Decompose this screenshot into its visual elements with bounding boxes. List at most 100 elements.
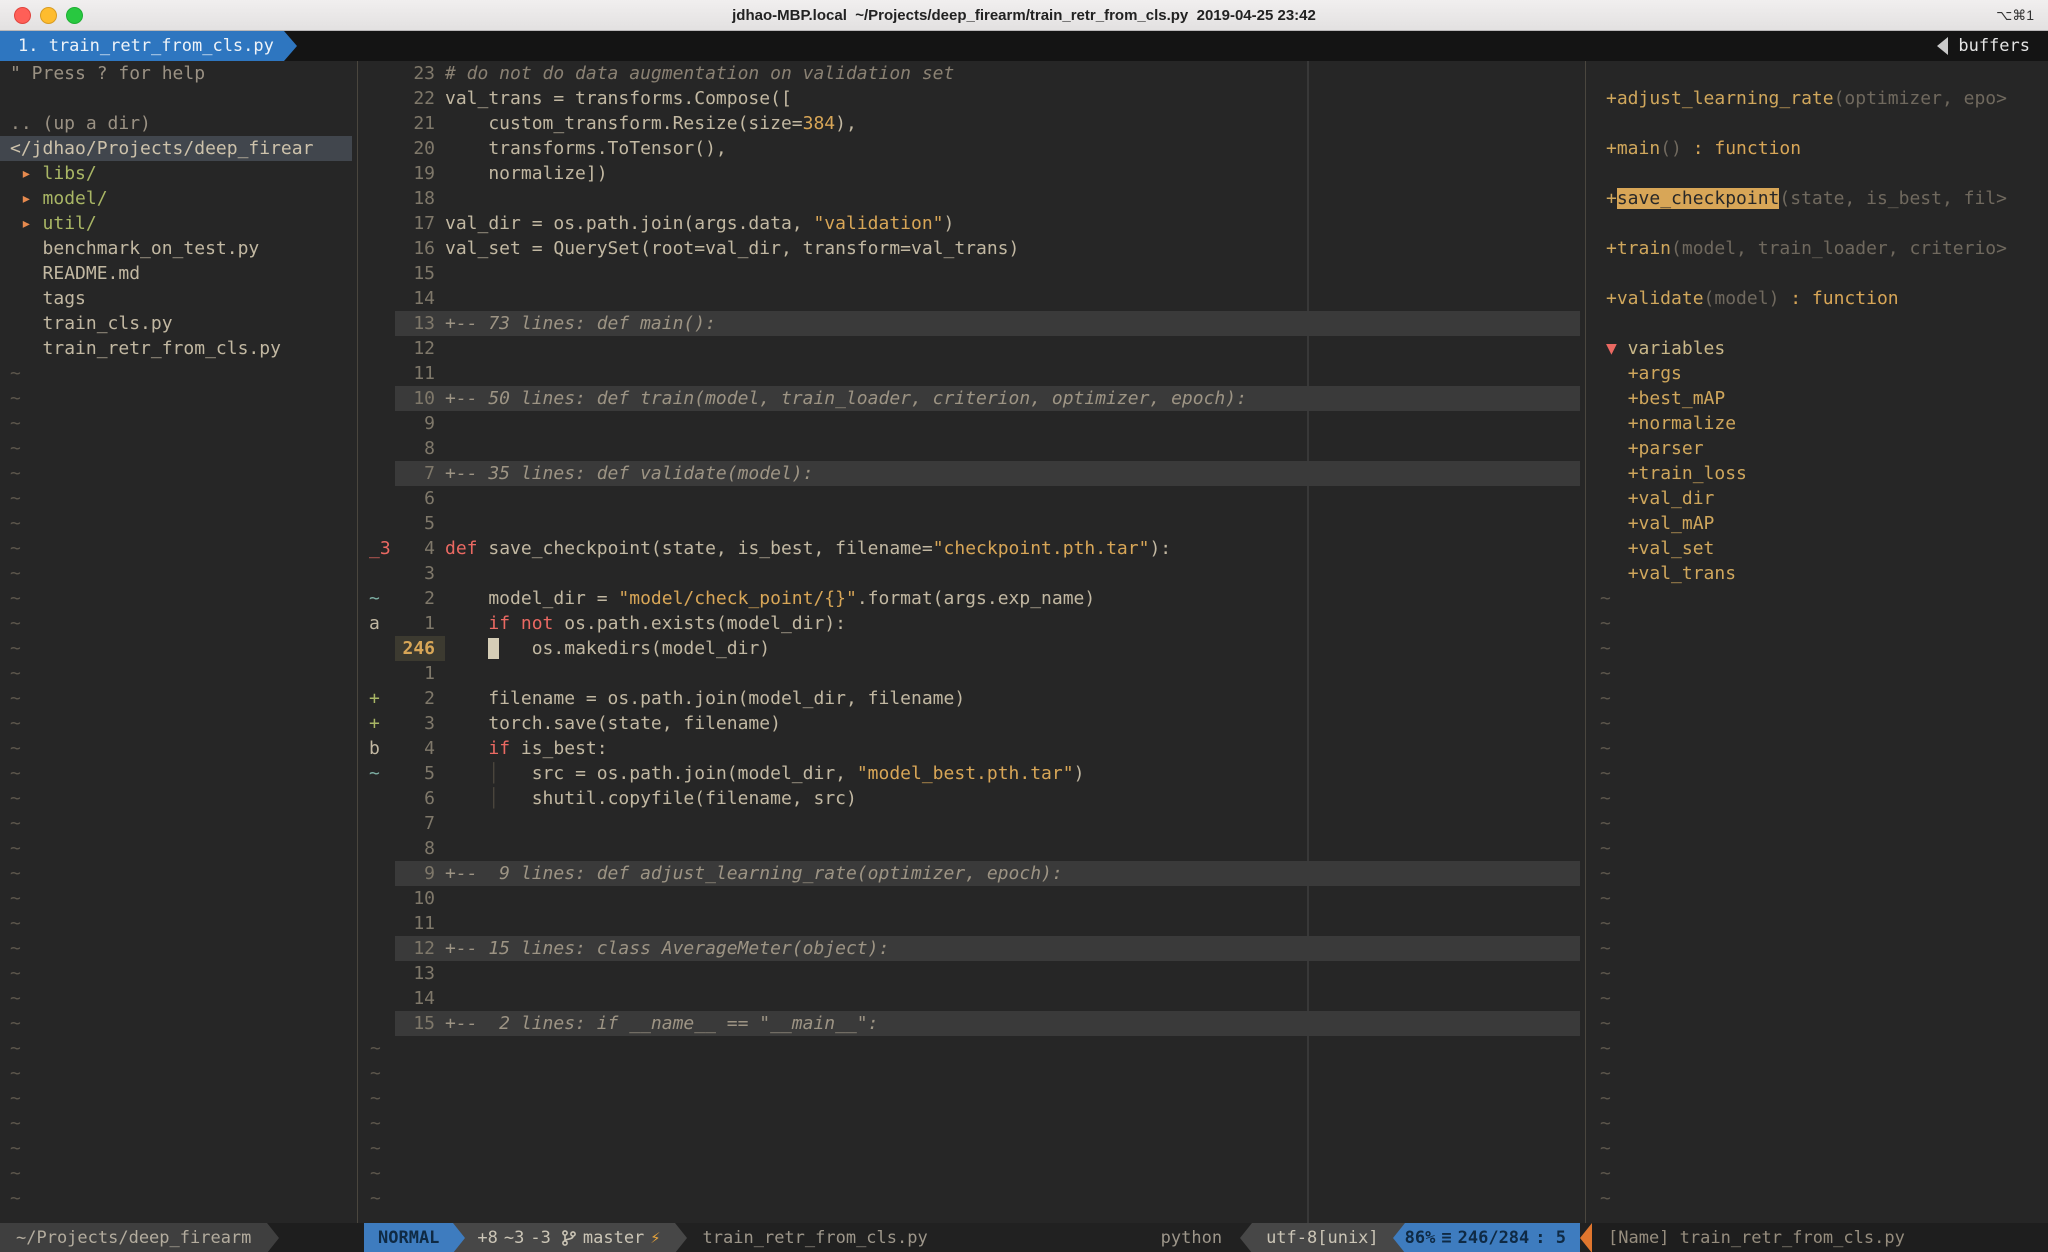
close-button[interactable] <box>14 7 31 24</box>
tree-item[interactable]: " Press ? for help <box>0 61 352 86</box>
tagbar-item[interactable]: +normalize <box>1592 411 2048 436</box>
tagbar-item[interactable]: +parser <box>1592 436 2048 461</box>
line-number: 19 <box>395 161 445 186</box>
code-line[interactable]: 13 <box>364 961 1580 986</box>
gutter-sign <box>364 811 395 836</box>
code-line[interactable]: a1 if not os.path.exists(model_dir): <box>364 611 1580 636</box>
tagbar-item[interactable]: +adjust_learning_rate(optimizer, epo> <box>1592 86 2048 111</box>
tagbar-item[interactable] <box>1592 161 2048 186</box>
code-line[interactable]: 13+-- 73 lines: def main(): <box>364 311 1580 336</box>
tree-item[interactable]: .. (up a dir) <box>0 111 352 136</box>
code-line[interactable]: +3 torch.save(state, filename) <box>364 711 1580 736</box>
code-line[interactable]: 5 <box>364 511 1580 536</box>
code-line[interactable]: 15+-- 2 lines: if __name__ == "__main__"… <box>364 1011 1580 1036</box>
code-line[interactable]: 1 <box>364 661 1580 686</box>
code-line[interactable]: 12+-- 15 lines: class AverageMeter(objec… <box>364 936 1580 961</box>
code-line[interactable]: 3 <box>364 561 1580 586</box>
empty-line: ~ <box>1592 611 2048 636</box>
tagbar-item[interactable] <box>1592 211 2048 236</box>
code-line[interactable]: +2 filename = os.path.join(model_dir, fi… <box>364 686 1580 711</box>
code-line[interactable]: 21 custom_transform.Resize(size=384), <box>364 111 1580 136</box>
empty-line: ~ <box>0 386 352 411</box>
code-line[interactable]: 6 <box>364 486 1580 511</box>
minimize-button[interactable] <box>40 7 57 24</box>
code-line[interactable]: b4 if is_best: <box>364 736 1580 761</box>
tagbar-item[interactable]: +train(model, train_loader, criterio> <box>1592 236 2048 261</box>
tilde: ~ <box>1592 936 1611 961</box>
tagbar-item[interactable]: +main() : function <box>1592 136 2048 161</box>
code-line[interactable]: 20 transforms.ToTensor(), <box>364 136 1580 161</box>
tagbar-item[interactable]: +val_set <box>1592 536 2048 561</box>
code-line[interactable]: 22val_trans = transforms.Compose([ <box>364 86 1580 111</box>
code-line[interactable]: 16val_set = QuerySet(root=val_dir, trans… <box>364 236 1580 261</box>
tagbar-item[interactable] <box>1592 311 2048 336</box>
editor-window[interactable]: 23# do not do data augmentation on valid… <box>364 61 1580 1223</box>
tagbar-item[interactable]: +train_loss <box>1592 461 2048 486</box>
nerdtree-panel[interactable]: " Press ? for help .. (up a dir)</jdhao/P… <box>0 61 352 1223</box>
tagbar-item[interactable]: +val_dir <box>1592 486 2048 511</box>
token: train_cls.py <box>43 313 173 334</box>
token <box>445 788 488 809</box>
window-separator-2[interactable] <box>1580 61 1592 1223</box>
code-line[interactable]: 7 <box>364 811 1580 836</box>
code-line[interactable]: 11 <box>364 361 1580 386</box>
tab-train-retr-from-cls[interactable]: 1. train_retr_from_cls.py <box>0 31 284 61</box>
code-line[interactable]: 9+-- 9 lines: def adjust_learning_rate(o… <box>364 861 1580 886</box>
tree-item[interactable]: README.md <box>0 261 352 286</box>
tree-item[interactable]: </jdhao/Projects/deep_firear <box>0 136 352 161</box>
code-line[interactable]: 7+-- 35 lines: def validate(model): <box>364 461 1580 486</box>
code-line[interactable]: 17val_dir = os.path.join(args.data, "val… <box>364 211 1580 236</box>
code-line[interactable]: 23# do not do data augmentation on valid… <box>364 61 1580 86</box>
line-number: 17 <box>395 211 445 236</box>
tree-item[interactable]: ▸ libs/ <box>0 161 352 186</box>
code-line[interactable]: 246 os.makedirs(model_dir) <box>364 636 1580 661</box>
tagbar-item[interactable] <box>1592 111 2048 136</box>
tagbar-panel[interactable]: +adjust_learning_rate(optimizer, epo> +ma… <box>1592 61 2048 1223</box>
code-line[interactable]: 11 <box>364 911 1580 936</box>
tagbar-item[interactable]: +val_trans <box>1592 561 2048 586</box>
statusline-spacer <box>942 1223 1143 1252</box>
code-line[interactable]: ~2 model_dir = "model/check_point/{}".fo… <box>364 586 1580 611</box>
tree-item[interactable]: train_cls.py <box>0 311 352 336</box>
tagbar-item[interactable] <box>1592 261 2048 286</box>
token: .format(args.exp_name) <box>857 588 1095 609</box>
tree-item[interactable]: ▸ util/ <box>0 211 352 236</box>
buffers-label[interactable]: buffers <box>1948 31 2048 61</box>
tagbar-item[interactable]: ▼ variables <box>1592 336 2048 361</box>
line-text: +main() : function <box>1592 136 2048 161</box>
tilde: ~ <box>1592 686 1611 711</box>
code-line[interactable]: 6 │ shutil.copyfile(filename, src) <box>364 786 1580 811</box>
code-line[interactable]: ~5 │ src = os.path.join(model_dir, "mode… <box>364 761 1580 786</box>
code-line[interactable]: 9 <box>364 411 1580 436</box>
code-line[interactable]: 8 <box>364 836 1580 861</box>
tagbar-item[interactable] <box>1592 61 2048 86</box>
window-separator[interactable] <box>352 61 364 1223</box>
tagbar-item[interactable]: +args <box>1592 361 2048 386</box>
tagbar-item[interactable]: +validate(model) : function <box>1592 286 2048 311</box>
token: benchmark_on_test.py <box>43 238 260 259</box>
code-line[interactable]: 18 <box>364 186 1580 211</box>
tagbar-item[interactable]: +val_mAP <box>1592 511 2048 536</box>
code-line[interactable]: 10 <box>364 886 1580 911</box>
zoom-button[interactable] <box>66 7 83 24</box>
tree-item[interactable]: ▸ model/ <box>0 186 352 211</box>
code-line[interactable]: 19 normalize]) <box>364 161 1580 186</box>
tree-item[interactable] <box>0 86 352 111</box>
tree-item[interactable]: train_retr_from_cls.py <box>0 336 352 361</box>
code-line[interactable]: 12 <box>364 336 1580 361</box>
code-line[interactable]: 15 <box>364 261 1580 286</box>
tree-item[interactable]: benchmark_on_test.py <box>0 236 352 261</box>
code-line[interactable]: 14 <box>364 986 1580 1011</box>
tagbar-item[interactable]: +save_checkpoint(state, is_best, fil> <box>1592 186 2048 211</box>
code-line[interactable]: 10+-- 50 lines: def train(model, train_l… <box>364 386 1580 411</box>
tree-item[interactable]: tags <box>0 286 352 311</box>
empty-line: ~ <box>0 436 352 461</box>
token: (model) <box>1704 288 1780 309</box>
code-line[interactable]: 8 <box>364 436 1580 461</box>
token: libs/ <box>43 163 97 184</box>
code-line[interactable]: 14 <box>364 286 1580 311</box>
token <box>499 788 532 809</box>
code-line[interactable]: _34def save_checkpoint(state, is_best, f… <box>364 536 1580 561</box>
line-text: transforms.ToTensor(), <box>445 136 1580 161</box>
tagbar-item[interactable]: +best_mAP <box>1592 386 2048 411</box>
